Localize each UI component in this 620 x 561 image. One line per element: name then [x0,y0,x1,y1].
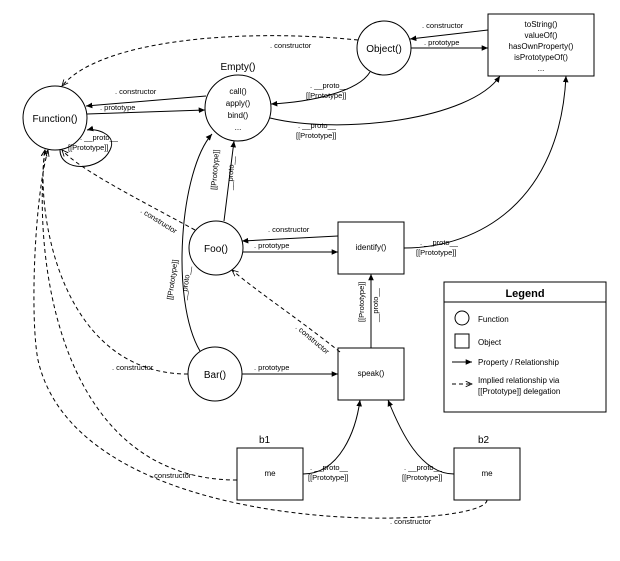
edge-foo-constructor-implied [62,150,195,230]
function-node: Function() [23,86,87,150]
lbl-speak-constructor: . constructor [294,323,332,357]
function-label: Function() [32,114,77,125]
edge-b1-constructor-implied [42,150,237,480]
legend-function: Function [478,315,509,324]
edge-bar-constructor-implied [43,150,188,374]
lbl-empty-protochain: [[Prototype]] [296,131,336,140]
foo-label: Foo() [204,244,228,255]
bar-node: Bar() [188,347,242,401]
identify-box: identify() [338,222,404,274]
legend-title: Legend [505,288,544,300]
lbl-speak-protochain: [[Prototype]] [357,282,366,322]
legend-property: Property / Relationship [478,358,559,367]
b2-box: b2 me [454,435,520,500]
lbl-foo-proto: __proto__ [225,155,236,191]
legend-object-icon [455,334,469,348]
empty-label: Empty() [221,62,256,73]
lbl-identify-proto: . __proto__ [420,238,459,247]
empty-method-0: call() [229,87,247,96]
edge-identify-constructor [242,236,338,241]
object-node: Object() [357,21,411,75]
lbl-bar-protochain: [[Prototype]] [165,259,180,300]
legend-box: Legend Function Object Property / Relati… [444,282,606,412]
lbl-object-proto: . __proto__ [310,81,349,90]
edge-object-constructor-implied [62,36,358,86]
lbl-foo-prototype: . prototype [254,241,289,250]
lbl-identify-constructor: . constructor [268,225,310,234]
legend-object: Object [478,338,502,347]
lbl-b1-protochain: [[Prototype]] [308,473,348,482]
b2-title: b2 [478,435,490,446]
lbl-foo-constructor: . constructor [139,206,179,236]
lbl-bar-constructor: . constructor [112,363,154,372]
lbl-b2-constructor: . constructor [390,517,432,526]
b2-me: me [481,469,493,478]
lbl-empty-constructor: . constructor [115,87,157,96]
legend-implied2: [[Prototype]] delegation [478,387,560,396]
lbl-function-protochain: [[Prototype]] [68,143,108,152]
obj-proto-1: valueOf() [525,31,558,40]
lbl-function-proto: . __proto__ [80,133,119,142]
b1-title: b1 [259,435,271,446]
lbl-foo-protochain: [[Prototype]] [209,149,221,190]
obj-proto-2: hasOwnProperty() [509,42,574,51]
identify-label: identify() [356,243,387,252]
lbl-empty-proto: . __proto__ [298,121,337,130]
empty-method-2: bind() [228,111,249,120]
lbl-b2-protochain: [[Prototype]] [402,473,442,482]
lbl-speak-proto: __proto__ [371,287,380,323]
lbl-objproto-constructor: . constructor [422,21,464,30]
obj-proto-4: ... [538,64,545,73]
bar-label: Bar() [204,370,226,381]
lbl-object-constructor: . constructor [270,41,312,50]
edge-speak-constructor-implied [232,270,340,352]
lbl-object-prototype: . prototype [424,38,459,47]
lbl-bar-proto: __proto__ [179,265,193,302]
lbl-b2-proto: . __proto__ [404,463,443,472]
speak-box: speak() [338,348,404,400]
lbl-object-protochain: [[Prototype]] [306,91,346,100]
edge-empty-constructor [86,96,206,106]
object-label: Object() [366,44,402,55]
legend-function-icon [455,311,469,325]
empty-method-3: ... [235,123,242,132]
lbl-identify-protochain: [[Prototype]] [416,248,456,257]
obj-proto-3: isPrototypeOf() [514,53,568,62]
b1-me: me [264,469,276,478]
empty-method-1: apply() [226,99,251,108]
object-proto-box: toString() valueOf() hasOwnProperty() is… [488,14,594,76]
speak-label: speak() [358,369,385,378]
legend-implied1: Implied relationship via [478,376,560,385]
lbl-b1-proto: . __proto__ [310,463,349,472]
foo-node: Foo() [189,221,243,275]
obj-proto-0: toString() [525,20,558,29]
lbl-bar-prototype: . prototype [254,363,289,372]
b1-box: b1 me [237,435,303,500]
empty-node: Empty() call() apply() bind() ... [205,62,271,141]
edge-identify-proto [404,76,566,248]
